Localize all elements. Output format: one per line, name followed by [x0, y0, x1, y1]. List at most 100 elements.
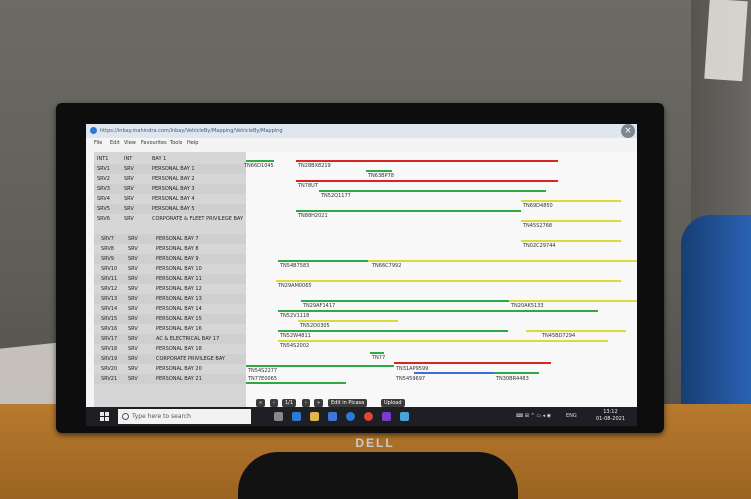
vehicle-label: TN20AK5133	[511, 303, 544, 309]
bay-row[interactable]: SRV11 SRV PERSONAL BAY 11	[94, 274, 246, 284]
store-icon[interactable]	[328, 412, 337, 421]
gantt-bar[interactable]	[509, 300, 637, 302]
app-icon[interactable]	[382, 412, 391, 421]
gantt-bar[interactable]	[368, 260, 637, 262]
edit-in-picasa-button[interactable]: Edit in Picasa	[328, 399, 368, 407]
vehicle-label: TN52Q1177	[321, 193, 351, 199]
bay-name: PERSONAL BAY 10	[156, 266, 202, 272]
task-view-icon[interactable]	[274, 412, 283, 421]
windows-start-icon[interactable]	[100, 412, 109, 421]
gantt-bar[interactable]	[296, 180, 558, 182]
vehicle-label: TN52W4811	[280, 333, 311, 339]
gantt-bar[interactable]	[278, 340, 608, 342]
gantt-bar[interactable]	[296, 210, 521, 212]
taskbar-clock[interactable]: 13:12 01-08-2021	[596, 409, 625, 423]
vehicle-label: TN28BX8219	[298, 163, 331, 169]
menu-edit[interactable]: Edit	[110, 140, 120, 146]
gantt-bar[interactable]	[278, 310, 598, 312]
clock-time: 13:12	[603, 409, 618, 415]
bay-row[interactable]: SRV20 SRV PERSONAL BAY 20	[94, 364, 246, 374]
bay-row[interactable]: SRV8 SRV PERSONAL BAY 8	[94, 244, 246, 254]
address-bar[interactable]: https://inbay.mahindra.com/Inbay/Vehicle…	[100, 124, 283, 138]
menu-tools[interactable]: Tools	[170, 140, 182, 146]
last-button[interactable]: »	[314, 399, 324, 407]
prev-button[interactable]: ‹	[270, 399, 278, 407]
bay-row[interactable]: SRV21 SRV PERSONAL BAY 21	[94, 374, 246, 384]
gantt-bar[interactable]	[370, 352, 384, 354]
gantt-bar[interactable]	[298, 320, 398, 322]
photos-icon[interactable]	[400, 412, 409, 421]
bay-row[interactable]: SRV5 SRV PERSONAL BAY 5	[94, 204, 246, 214]
tray-icons[interactable]: ⌨ ⊞ ^ ▭ ◂ ◉	[516, 413, 551, 419]
next-button[interactable]: ›	[302, 399, 310, 407]
bay-id: SRV4	[97, 196, 110, 202]
taskbar-search-box[interactable]: Type here to search	[118, 409, 251, 424]
vehicle-label: TN66D1045	[244, 163, 274, 169]
bay-row[interactable]: SRV19 SRV CORPORATE PRIVILEGE BAY	[94, 354, 246, 364]
bay-row[interactable]: SRV12 SRV PERSONAL BAY 12	[94, 284, 246, 294]
gantt-bar[interactable]	[278, 330, 508, 332]
gantt-bar[interactable]	[319, 190, 546, 192]
bay-type: SRV	[124, 216, 134, 222]
gantt-bar[interactable]	[246, 382, 346, 384]
search-icon	[122, 413, 129, 420]
gantt-bar[interactable]	[521, 240, 621, 242]
vehicle-label: TN52D0305	[300, 323, 330, 329]
bay-id: SRV5	[97, 206, 110, 212]
bay-type: SRV	[128, 266, 138, 272]
gantt-bar[interactable]	[414, 372, 494, 374]
close-icon[interactable]: ×	[621, 124, 635, 138]
bay-row[interactable]: SRV14 SRV PERSONAL BAY 14	[94, 304, 246, 314]
bay-row[interactable]: SRV3 SRV PERSONAL BAY 3	[94, 184, 246, 194]
wall-poster	[704, 0, 748, 82]
upload-button[interactable]: Upload	[381, 399, 405, 407]
bay-id: SRV16	[101, 326, 118, 332]
bay-row[interactable]: SRV2 SRV PERSONAL BAY 2	[94, 174, 246, 184]
bay-name: PERSONAL BAY 20	[156, 366, 202, 372]
gantt-bar[interactable]	[246, 365, 394, 367]
bay-row[interactable]: SRV17 SRV AC & ELECTRICAL BAY 17	[94, 334, 246, 344]
vehicle-label: TN52V1118	[280, 313, 310, 319]
edge-icon[interactable]	[292, 412, 301, 421]
bay-row[interactable]: SRV6 SRV CORPORATE & FLEET PRIVILEGE BAY	[94, 214, 246, 224]
gantt-bar[interactable]	[521, 220, 621, 222]
bay-row[interactable]: SRV9 SRV PERSONAL BAY 9	[94, 254, 246, 264]
gantt-bar[interactable]	[276, 280, 621, 282]
bay-row[interactable]: SRV18 SRV PERSONAL BAY 18	[94, 344, 246, 354]
gantt-bar[interactable]	[394, 362, 551, 364]
bay-row[interactable]: SRV16 SRV PERSONAL BAY 16	[94, 324, 246, 334]
gantt-bar[interactable]	[494, 372, 539, 374]
bay-name: PERSONAL BAY 9	[156, 256, 199, 262]
bay-row[interactable]: SRV15 SRV PERSONAL BAY 15	[94, 314, 246, 324]
bay-row[interactable]: SRV7 SRV PERSONAL BAY 7	[94, 234, 246, 244]
gantt-bar[interactable]	[521, 200, 621, 202]
menu-favourites[interactable]: Favourites	[141, 140, 167, 146]
gantt-bar[interactable]	[366, 170, 392, 172]
ie-icon[interactable]	[346, 412, 355, 421]
gantt-bar[interactable]	[301, 300, 509, 302]
menu-help[interactable]: Help	[187, 140, 198, 146]
menu-file[interactable]: File	[94, 140, 102, 146]
bay-row[interactable]: SRV4 SRV PERSONAL BAY 4	[94, 194, 246, 204]
first-button[interactable]: «	[256, 399, 266, 407]
bay-row[interactable]: SRV13 SRV PERSONAL BAY 13	[94, 294, 246, 304]
chrome-icon[interactable]	[364, 412, 373, 421]
gantt-bar[interactable]	[278, 260, 368, 262]
bay-row[interactable]: SRV1 SRV PERSONAL BAY 1	[94, 164, 246, 174]
gantt-bar[interactable]	[526, 330, 626, 332]
windows-taskbar: Type here to search ⌨ ⊞ ^ ▭ ◂ ◉ ENG 13:1…	[86, 407, 637, 426]
menu-view[interactable]: View	[124, 140, 136, 146]
gantt-bar[interactable]	[296, 160, 558, 162]
monitor-screen: https://inbay.mahindra.com/Inbay/Vehicle…	[86, 124, 637, 426]
language-indicator[interactable]: ENG	[566, 413, 577, 419]
file-explorer-icon[interactable]	[310, 412, 319, 421]
bay-id: SRV18	[101, 346, 118, 352]
bay-row[interactable]: SRV10 SRV PERSONAL BAY 10	[94, 264, 246, 274]
bay-id: SRV19	[101, 356, 118, 362]
gantt-bar[interactable]	[246, 160, 274, 162]
bay-id: SRV21	[101, 376, 118, 382]
bay-id: SRV17	[101, 336, 118, 342]
bay-name: BAY 1	[152, 156, 167, 162]
bay-type: SRV	[128, 336, 138, 342]
bay-row[interactable]: INT1 INT BAY 1	[94, 154, 246, 164]
